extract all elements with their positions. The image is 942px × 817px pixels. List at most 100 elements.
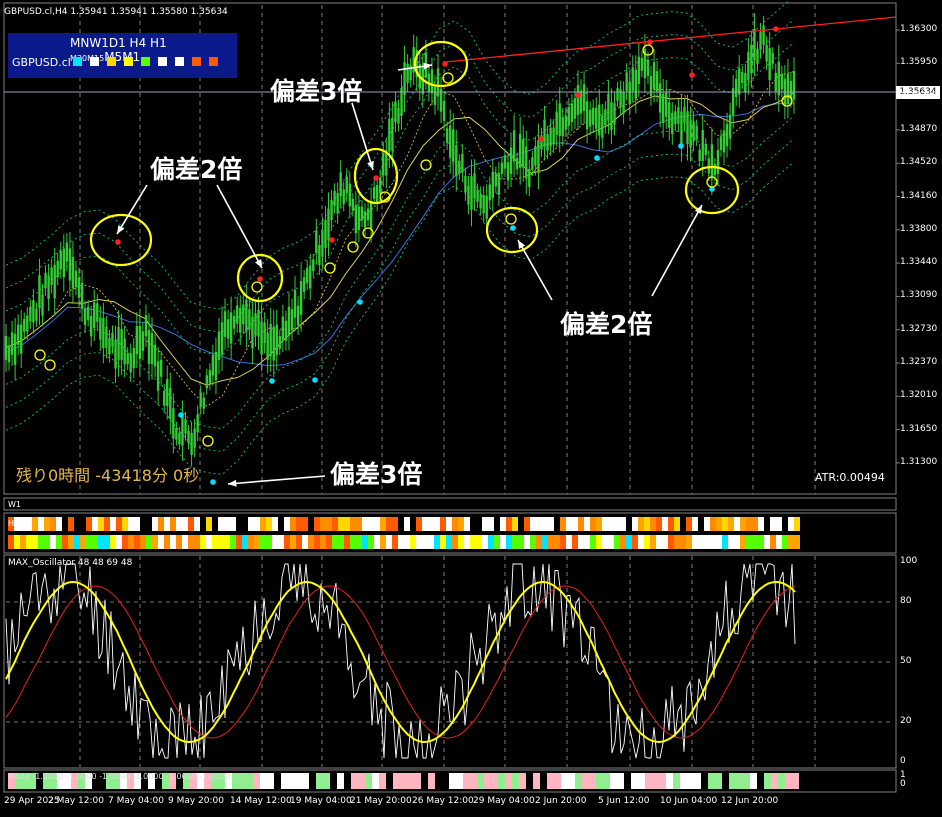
candle-body [242,304,245,325]
arrow-head [367,161,374,170]
candle-body [744,73,747,92]
tf-mn: MN [70,36,90,50]
strip-cell [506,517,512,531]
candle-body [272,326,275,361]
strip-cell [554,535,560,549]
bottom-strip-cell [673,773,680,789]
bottom-strip-cell [582,773,589,789]
bottom-strip-cell [554,773,561,789]
strip-cell [602,517,608,531]
signal-ring [44,359,56,371]
candle-body [293,289,297,318]
candle-body [172,408,175,439]
bottom-strip-cell [414,773,421,789]
color-strips [8,517,800,549]
candle-body [132,348,135,369]
strip-cell [62,517,68,531]
candle-body [178,432,181,445]
strip-cell [188,517,194,531]
strip-cell [398,535,404,549]
candle-body [50,267,53,285]
candle-body [211,354,215,376]
candle-body [388,118,391,152]
strip-cell [212,517,218,531]
price-axis-label: 1.35250 [900,90,938,101]
resistance-line[interactable] [444,16,897,63]
candle-body [220,322,224,355]
tf-w1: W1 [89,36,109,50]
strip-cell [278,517,284,531]
candle-body [339,172,342,197]
candle-body [351,199,355,211]
candle-body [701,130,704,161]
strip-cell [464,517,470,531]
strip-cell [794,517,800,531]
strip-cell [434,535,440,549]
strip-cell [368,535,374,549]
strip-cell [656,535,662,549]
signal-dot [594,155,600,161]
osc-axis-label: 20 [900,716,912,726]
strip-cell [578,517,584,531]
strip-cell [224,535,230,549]
bottom-panel-label: Modo -1.0000 -1.0000 -1.0000 -1.0000 -1.… [8,772,231,781]
candle-body [704,143,707,156]
strip-cell [56,517,62,531]
strip-cell [50,517,56,531]
candle-body [464,175,467,193]
bottom-strip-cell [260,773,267,789]
candle-body [546,134,549,151]
signal-ring [202,435,214,447]
strip-cell [632,535,638,549]
strip-cell [590,535,596,549]
strip-cell [668,535,674,549]
time-axis-label: 7 May 04:00 [108,796,164,806]
candle-body [309,265,312,289]
candle-body [771,52,774,64]
signal-dot [329,237,335,243]
candle-body [549,127,552,147]
bottom-strip-cell [253,773,260,789]
candle-body [646,59,650,76]
candle-body [604,109,607,126]
strip-cell [320,535,326,549]
candle-body [281,316,285,341]
strip-cell [344,517,350,531]
bottom-strip-cell [617,773,624,789]
candle-body [734,78,738,97]
candle-body [86,306,90,320]
strip-cell [26,517,32,531]
strip-cell [470,535,476,549]
bottom-strip-cell [379,773,386,789]
strip-cell [134,517,140,531]
strip-cell [770,535,776,549]
signal-ring [505,213,517,225]
bottom-strip-cell [638,773,645,789]
timeframe-panel[interactable]: MNW1D1 H4 H1 M30M15M5M1 GBPUSD.cl [8,33,237,78]
strip-cell [446,517,452,531]
strip-cell [44,535,50,549]
strip-cell [620,535,626,549]
bottom-strip-cell [281,773,288,789]
candle-body [232,316,236,329]
strip-cell [326,535,332,549]
bottom-strip-cell [491,773,498,789]
strip-cell [710,535,716,549]
strip-cell [626,517,632,531]
price-chart-svg[interactable] [0,0,942,813]
candle-body [306,267,309,283]
arrow-head [117,225,125,234]
bottom-strip-cell [610,773,617,789]
candle-body [38,275,41,309]
strip-cell [56,535,62,549]
candle-body [260,321,263,355]
candle-body [503,155,507,169]
strip-cell [500,535,506,549]
bottom-strip-cell [701,773,708,789]
bottom-strip-cell [750,773,757,789]
candle-body [433,84,437,105]
candle-body [296,305,300,326]
strip-cell [20,535,26,549]
candle-body [607,93,610,121]
strip-cell [200,517,206,531]
